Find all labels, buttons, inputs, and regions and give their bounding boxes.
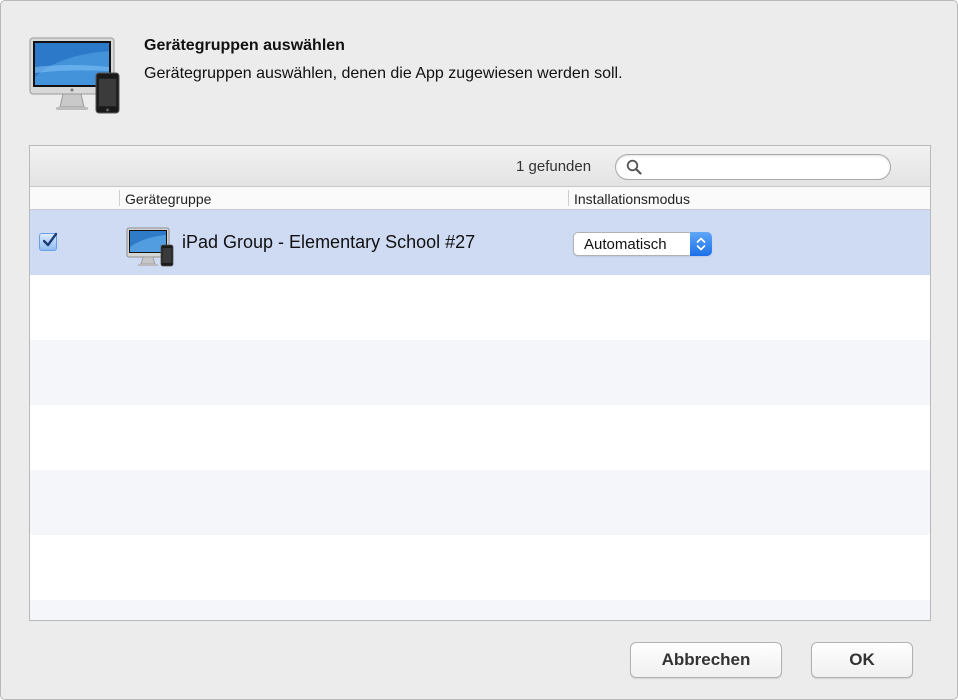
empty-row: [30, 470, 930, 535]
column-header-row: Gerätegruppe Installationsmodus: [30, 187, 930, 210]
search-icon: [626, 159, 642, 175]
table-toolbar: 1 gefunden: [30, 146, 930, 187]
results-count: 1 gefunden: [516, 158, 592, 175]
dialog-subtitle: Gerätegruppen auswählen, denen die App z…: [144, 65, 623, 82]
device-group-icon: [126, 227, 174, 267]
empty-row: [30, 535, 930, 600]
search-field[interactable]: [615, 154, 891, 180]
column-header-install-mode[interactable]: Installationsmodus: [574, 191, 690, 207]
column-separator: [568, 190, 569, 206]
empty-row: [30, 600, 930, 620]
column-header-device-group[interactable]: Gerätegruppe: [125, 191, 211, 207]
table-row[interactable]: iPad Group - Elementary School #27 Autom…: [30, 210, 930, 275]
empty-row: [30, 275, 930, 340]
device-group-name: iPad Group - Elementary School #27: [182, 232, 476, 252]
device-group-table: 1 gefunden Gerätegruppe Installationsmod…: [29, 145, 931, 621]
empty-row: [30, 340, 930, 405]
install-mode-select[interactable]: Automatisch: [573, 232, 712, 256]
install-mode-value: Automatisch: [584, 236, 667, 253]
cancel-button[interactable]: Abbrechen: [630, 642, 782, 678]
empty-row: [30, 405, 930, 470]
search-input[interactable]: [646, 157, 882, 177]
row-checkbox[interactable]: [39, 232, 58, 251]
imac-iphone-icon: [29, 37, 120, 114]
dialog: Gerätegruppen auswählen Gerätegruppen au…: [0, 0, 958, 700]
ok-button[interactable]: OK: [811, 642, 913, 678]
column-separator: [119, 190, 120, 206]
checkmark-icon: [42, 232, 58, 247]
select-arrows-icon: [690, 232, 712, 256]
table-body: iPad Group - Elementary School #27 Autom…: [30, 210, 930, 620]
dialog-title: Gerätegruppen auswählen: [144, 37, 345, 54]
